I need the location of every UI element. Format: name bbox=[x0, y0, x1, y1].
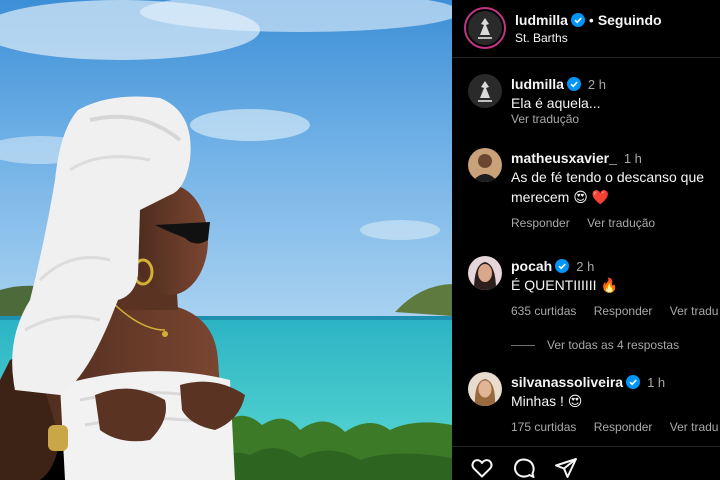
like-count[interactable]: 175 curtidas bbox=[511, 420, 576, 434]
comment-text: Minhas ! 😍 bbox=[511, 393, 583, 409]
comment-text: As de fé tendo o descanso que merecem 😍 … bbox=[511, 169, 705, 205]
view-replies-button[interactable]: Ver todas as 4 respostas bbox=[511, 338, 679, 352]
commenter-avatar[interactable] bbox=[468, 148, 502, 182]
verified-badge-icon bbox=[566, 77, 581, 91]
post-location[interactable]: St. Barths bbox=[515, 31, 568, 45]
reply-button[interactable]: Responder bbox=[511, 216, 570, 230]
see-translation-button[interactable]: Ver tradu bbox=[670, 420, 719, 434]
comment-time: 2 h bbox=[587, 77, 606, 92]
commenter-avatar[interactable] bbox=[468, 74, 502, 108]
replies-divider bbox=[511, 345, 535, 347]
avatar-image bbox=[468, 74, 502, 108]
author-line: ludmilla • Seguindo bbox=[515, 12, 662, 28]
comment-username[interactable]: silvanassoliveira bbox=[511, 374, 623, 390]
comment-username[interactable]: ludmilla bbox=[511, 76, 564, 92]
comment-username[interactable]: pocah bbox=[511, 258, 552, 274]
comment-text: Ela é aquela... bbox=[511, 95, 601, 111]
post-header: ludmilla • Seguindo St. Barths bbox=[452, 0, 720, 58]
see-translation-button[interactable]: Ver tradução bbox=[511, 112, 579, 126]
comment-actions: 635 curtidas Responder Ver tradu bbox=[511, 304, 720, 318]
post-side-panel: ludmilla • Seguindo St. Barths ludmilla 2 h… bbox=[452, 0, 720, 480]
verified-badge-icon bbox=[570, 13, 585, 27]
comment-header: matheusxavier_ 1 h bbox=[511, 150, 642, 166]
comment-header: pocah 2 h bbox=[511, 258, 594, 274]
comment-actions: Ver tradução bbox=[511, 112, 593, 126]
paper-plane-icon[interactable] bbox=[554, 456, 578, 480]
follow-separator: • bbox=[588, 12, 594, 28]
comment-time: 1 h bbox=[623, 151, 642, 166]
view-replies-label: Ver todas as 4 respostas bbox=[547, 338, 680, 352]
following-button[interactable]: Seguindo bbox=[598, 12, 662, 28]
post-photo[interactable] bbox=[0, 0, 452, 480]
comment-header: ludmilla 2 h bbox=[511, 76, 606, 92]
commenter-avatar[interactable] bbox=[468, 372, 502, 406]
comment-time: 2 h bbox=[576, 259, 595, 274]
like-count[interactable]: 635 curtidas bbox=[511, 304, 576, 318]
author-avatar[interactable] bbox=[464, 7, 506, 49]
verified-badge-icon bbox=[626, 375, 641, 389]
avatar-image bbox=[468, 11, 502, 45]
avatar-image bbox=[468, 372, 502, 406]
beach-photo-image bbox=[0, 0, 452, 480]
avatar-image bbox=[468, 148, 502, 182]
heart-icon[interactable] bbox=[470, 456, 494, 480]
author-username[interactable]: ludmilla bbox=[515, 12, 568, 28]
verified-badge-icon bbox=[555, 259, 570, 273]
comment-username[interactable]: matheusxavier_ bbox=[511, 150, 617, 166]
reply-button[interactable]: Responder bbox=[594, 304, 653, 318]
avatar-image bbox=[468, 256, 502, 290]
comment-actions: 175 curtidas Responder Ver tradu bbox=[511, 420, 720, 434]
post-action-bar bbox=[452, 446, 720, 480]
commenter-avatar[interactable] bbox=[468, 256, 502, 290]
comment-header: silvanassoliveira 1 h bbox=[511, 374, 665, 390]
see-translation-button[interactable]: Ver tradução bbox=[587, 216, 655, 230]
comment-actions: Responder Ver tradução bbox=[511, 216, 669, 230]
comment-text: É QUENTIIIIII 🔥 bbox=[511, 277, 618, 293]
see-translation-button[interactable]: Ver tradu bbox=[670, 304, 719, 318]
comment-bubble-icon[interactable] bbox=[512, 456, 536, 480]
comment-time: 1 h bbox=[647, 375, 666, 390]
reply-button[interactable]: Responder bbox=[594, 420, 653, 434]
